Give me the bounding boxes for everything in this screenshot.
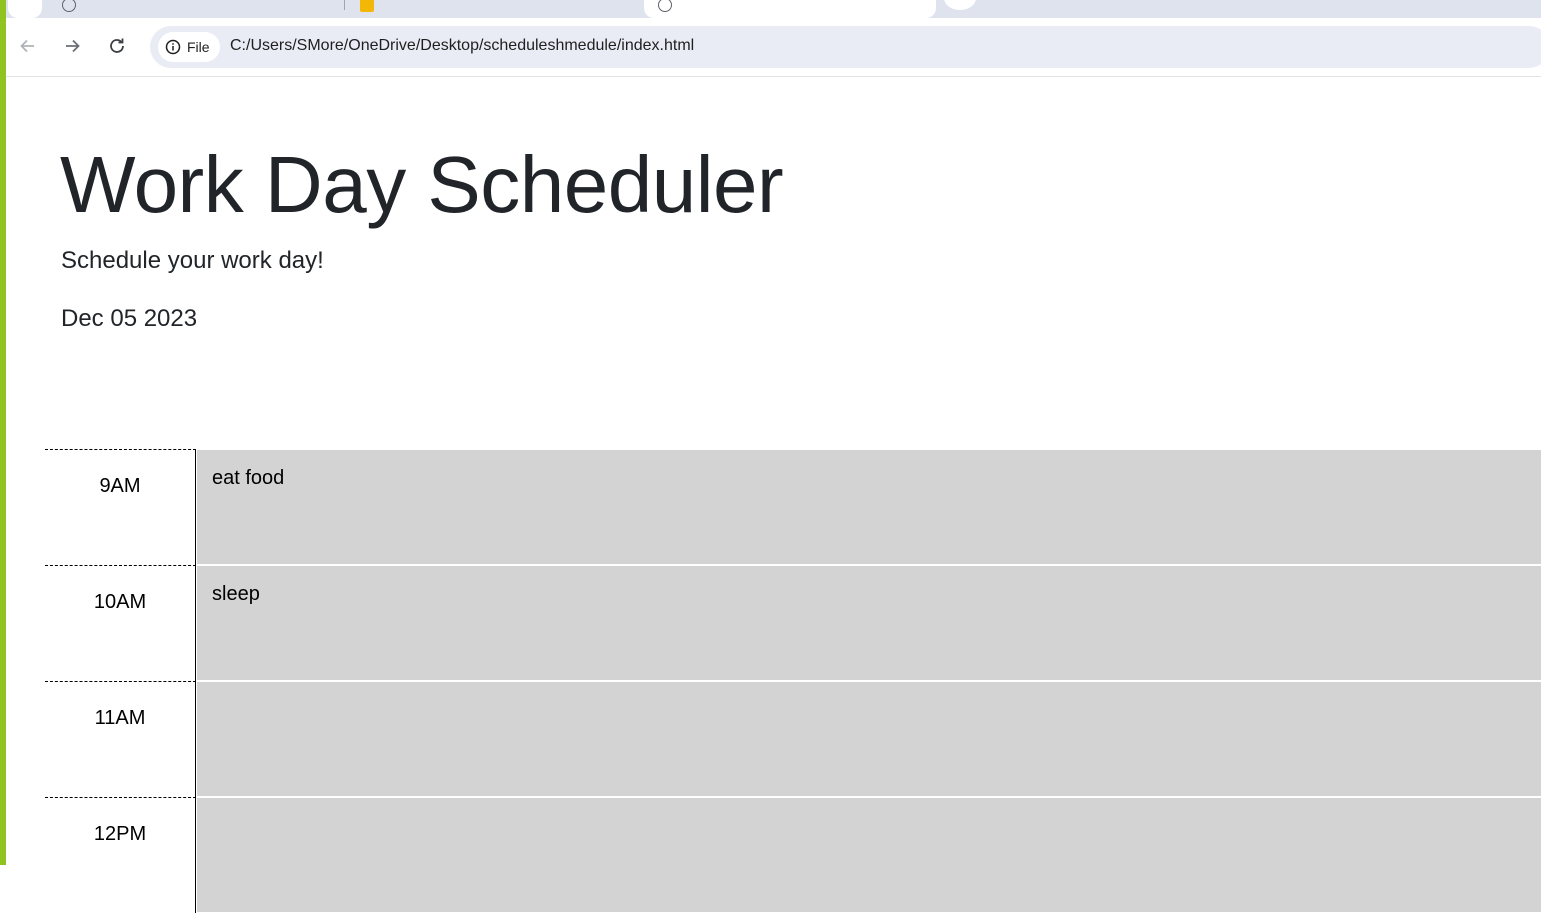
hour-description-input[interactable] xyxy=(197,681,1541,796)
site-chip-label: File xyxy=(187,39,210,55)
url-text[interactable]: C:/Users/SMore/OneDrive/Desktop/schedule… xyxy=(230,37,694,55)
globe-icon xyxy=(62,0,76,12)
page-title: Work Day Scheduler xyxy=(60,140,784,229)
tab-active[interactable] xyxy=(644,0,936,18)
folder-icon xyxy=(360,0,374,12)
back-button[interactable] xyxy=(16,34,40,58)
time-block-row: 10AM sleep xyxy=(45,565,1541,681)
window-accent-bar xyxy=(0,0,6,865)
hour-label: 12PM xyxy=(45,797,196,913)
hour-label: 9AM xyxy=(45,449,196,565)
page-content: Work Day Scheduler Schedule your work da… xyxy=(0,77,1541,913)
tab-strip xyxy=(0,0,1541,18)
address-bar[interactable]: File C:/Users/SMore/OneDrive/Desktop/sch… xyxy=(150,26,1541,68)
hour-label: 11AM xyxy=(45,681,196,797)
reload-icon xyxy=(110,38,124,53)
site-info-chip[interactable]: File xyxy=(158,32,220,62)
hour-description-input[interactable] xyxy=(197,797,1541,912)
globe-icon xyxy=(658,0,672,12)
tab-separator xyxy=(344,0,345,10)
page-subtitle: Schedule your work day! xyxy=(61,247,324,274)
hour-label: 10AM xyxy=(45,565,196,681)
time-block-row: 11AM xyxy=(45,681,1541,797)
current-date: Dec 05 2023 xyxy=(61,305,198,332)
time-block-row: 12PM xyxy=(45,797,1541,913)
time-block-row: 9AM eat food xyxy=(45,449,1541,565)
browser-toolbar: File C:/Users/SMore/OneDrive/Desktop/sch… xyxy=(0,18,1541,77)
tab-1[interactable] xyxy=(48,0,338,18)
reload-button[interactable] xyxy=(105,34,129,58)
info-icon xyxy=(165,39,181,55)
arrow-right-icon xyxy=(66,39,80,53)
new-tab-button[interactable] xyxy=(944,0,976,10)
hour-description-input[interactable]: sleep xyxy=(197,565,1541,680)
tab-search-button[interactable] xyxy=(8,0,42,18)
forward-button[interactable] xyxy=(60,34,84,58)
hour-description-input[interactable]: eat food xyxy=(197,449,1541,564)
tab-2[interactable] xyxy=(346,0,636,18)
arrow-left-icon xyxy=(20,39,34,53)
